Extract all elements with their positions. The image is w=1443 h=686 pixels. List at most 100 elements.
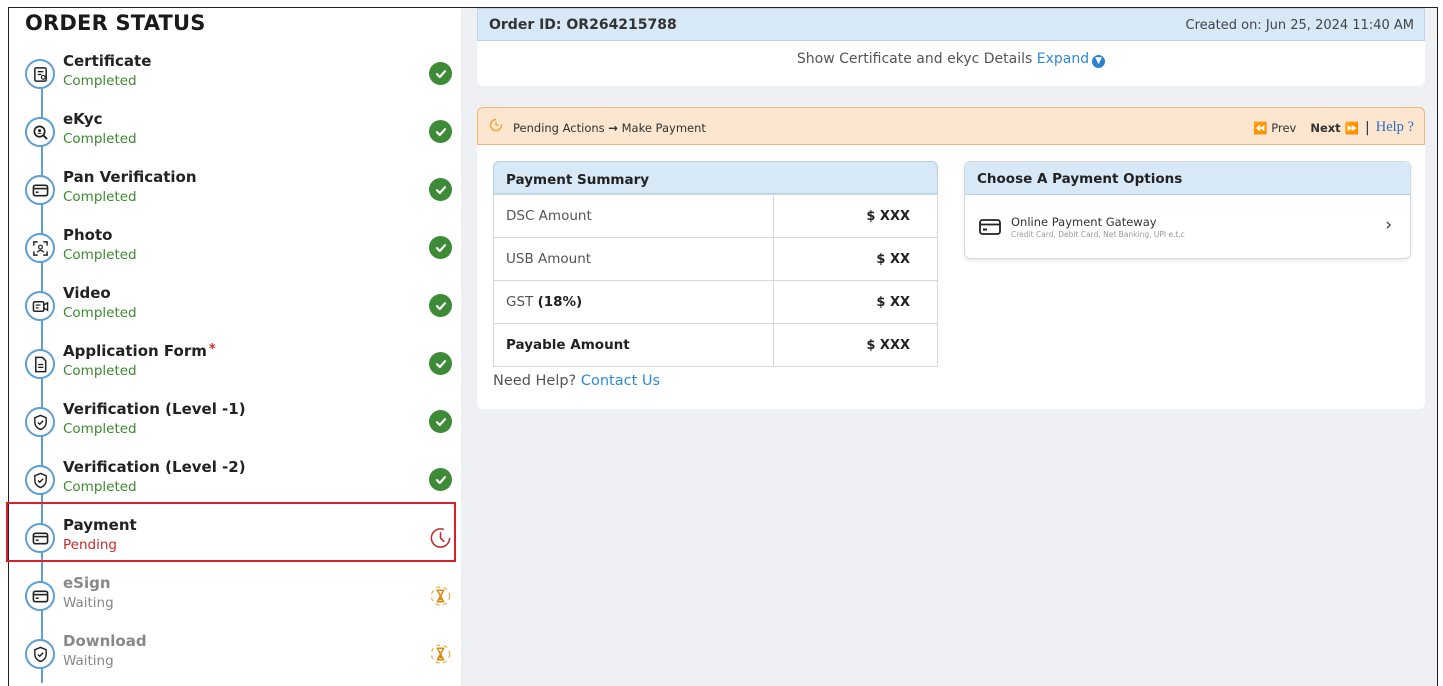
step-status: Completed <box>63 363 137 379</box>
certificate-icon <box>25 59 55 89</box>
table-row: DSC Amount $ XXX <box>493 194 938 238</box>
video-icon <box>25 291 55 321</box>
shield-check-icon <box>25 639 55 669</box>
main-content: Order ID: OR264215788 Created on: Jun 25… <box>461 8 1437 686</box>
contact-us-link[interactable]: Contact Us <box>581 373 660 389</box>
step-name: Certificate <box>63 52 152 70</box>
row-label: GST (18%) <box>493 280 774 324</box>
step-ekyc[interactable]: eKyc Completed <box>9 109 461 163</box>
chevron-right-icon: › <box>1385 215 1392 235</box>
gst-rate: (18%) <box>537 294 583 310</box>
step-status: Completed <box>63 131 137 147</box>
row-label: USB Amount <box>493 237 774 281</box>
check-circle-icon <box>429 120 452 143</box>
order-status-panel: ORDER STATUS Certificate Completed eKyc Com… <box>9 8 461 686</box>
row-value: $ XX <box>773 237 938 281</box>
payment-options-title: Choose A Payment Options <box>965 162 1410 195</box>
step-name: Pan Verification <box>63 168 197 186</box>
order-card: Order ID: OR264215788 Created on: Jun 25… <box>477 8 1425 86</box>
pending-actions-text: Pending Actions → Make Payment <box>513 121 706 135</box>
row-label: DSC Amount <box>493 194 774 238</box>
pager-divider: | <box>1365 119 1370 136</box>
step-name: Video <box>63 284 111 302</box>
step-pan-verification[interactable]: Pan Verification Completed <box>9 167 461 221</box>
step-status: Waiting <box>63 595 114 611</box>
online-payment-gateway-option[interactable]: Online Payment Gateway Credit Card, Debi… <box>965 195 1410 259</box>
step-esign[interactable]: eSign Waiting <box>9 573 461 627</box>
step-status: Completed <box>63 73 137 89</box>
option-title: Online Payment Gateway <box>1011 215 1157 229</box>
table-row: Payable Amount $ XXX <box>493 323 938 367</box>
step-name: Photo <box>63 226 113 244</box>
need-help: Need Help? Contact Us <box>493 373 660 389</box>
row-value: $ XX <box>773 280 938 324</box>
payment-card: Pending Actions → Make Payment ⏪ Prev Ne… <box>477 107 1425 409</box>
card-icon <box>25 581 55 611</box>
ekyc-search-icon <box>25 117 55 147</box>
payment-summary: Payment Summary DSC Amount $ XXX USB Amo… <box>493 161 938 367</box>
row-value: $ XXX <box>773 194 938 238</box>
document-icon <box>25 349 55 379</box>
prev-button[interactable]: ⏪ Prev <box>1253 121 1296 135</box>
step-name: eKyc <box>63 110 103 128</box>
row-label: Payable Amount <box>493 323 774 367</box>
step-verification-level-1[interactable]: Verification (Level -1) Completed <box>9 399 461 453</box>
payment-options: Choose A Payment Options Online Payment … <box>964 161 1411 259</box>
prev-label: Prev <box>1271 120 1297 135</box>
required-mark: * <box>208 342 216 357</box>
double-right-icon: ⏩ <box>1344 120 1360 135</box>
pending-actions-label: Pending Actions <box>513 121 605 135</box>
pending-clock-icon <box>489 118 503 136</box>
check-circle-icon <box>429 468 452 491</box>
hourglass-icon <box>429 642 452 665</box>
pending-action-name: Make Payment <box>621 121 706 135</box>
step-name: Verification (Level -1) <box>63 400 246 418</box>
step-certificate[interactable]: Certificate Completed <box>9 51 461 105</box>
row-value: $ XXX <box>773 323 938 367</box>
gst-label: GST <box>506 294 534 310</box>
check-circle-icon <box>429 352 452 375</box>
need-help-text: Need Help? <box>493 373 577 389</box>
check-circle-icon <box>429 62 452 85</box>
check-circle-icon <box>429 178 452 201</box>
hourglass-icon <box>429 584 452 607</box>
check-circle-icon <box>429 236 452 259</box>
step-status: Completed <box>63 189 137 205</box>
step-status: Completed <box>63 305 137 321</box>
photo-scan-icon <box>25 233 55 263</box>
step-name: Application Form * <box>63 342 216 360</box>
shield-check-icon <box>25 465 55 495</box>
step-download[interactable]: Download Waiting <box>9 631 461 685</box>
expand-label: Expand <box>1036 51 1090 67</box>
expand-link[interactable]: Expand ▼ <box>1036 51 1106 68</box>
shield-check-icon <box>25 407 55 437</box>
step-video[interactable]: Video Completed <box>9 283 461 337</box>
order-header: Order ID: OR264215788 Created on: Jun 25… <box>477 8 1425 41</box>
step-application-form[interactable]: Application Form * Completed <box>9 341 461 395</box>
check-circle-icon <box>429 410 452 433</box>
option-subtitle: Credit Card, Debit Card, Net Banking, UP… <box>1011 230 1185 239</box>
next-label: Next <box>1310 120 1341 135</box>
step-status: Completed <box>63 479 137 495</box>
next-button[interactable]: Next ⏩ <box>1310 121 1359 135</box>
help-link[interactable]: Help ? <box>1376 119 1414 136</box>
check-circle-icon <box>429 294 452 317</box>
card-icon <box>25 175 55 205</box>
payment-summary-title: Payment Summary <box>493 161 938 194</box>
arrow-right-icon: → <box>608 121 618 135</box>
payment-summary-table: DSC Amount $ XXX USB Amount $ XX GST (18… <box>493 194 938 367</box>
step-name: Download <box>63 632 147 650</box>
chevron-down-icon: ▼ <box>1092 55 1106 68</box>
step-photo[interactable]: Photo Completed <box>9 225 461 279</box>
table-row: GST (18%) $ XX <box>493 280 938 324</box>
current-step-highlight <box>6 502 456 562</box>
created-on: Created on: Jun 25, 2024 11:40 AM <box>1185 18 1414 33</box>
step-status: Completed <box>63 421 137 437</box>
table-row: USB Amount $ XX <box>493 237 938 281</box>
details-toggle-row: Show Certificate and ekyc Details Expand… <box>477 51 1425 68</box>
credit-card-icon <box>979 219 1001 239</box>
details-text: Show Certificate and ekyc Details <box>796 51 1033 67</box>
double-left-icon: ⏪ <box>1253 120 1268 135</box>
pending-actions-bar: Pending Actions → Make Payment ⏪ Prev Ne… <box>477 107 1425 145</box>
order-id: Order ID: OR264215788 <box>489 17 677 33</box>
